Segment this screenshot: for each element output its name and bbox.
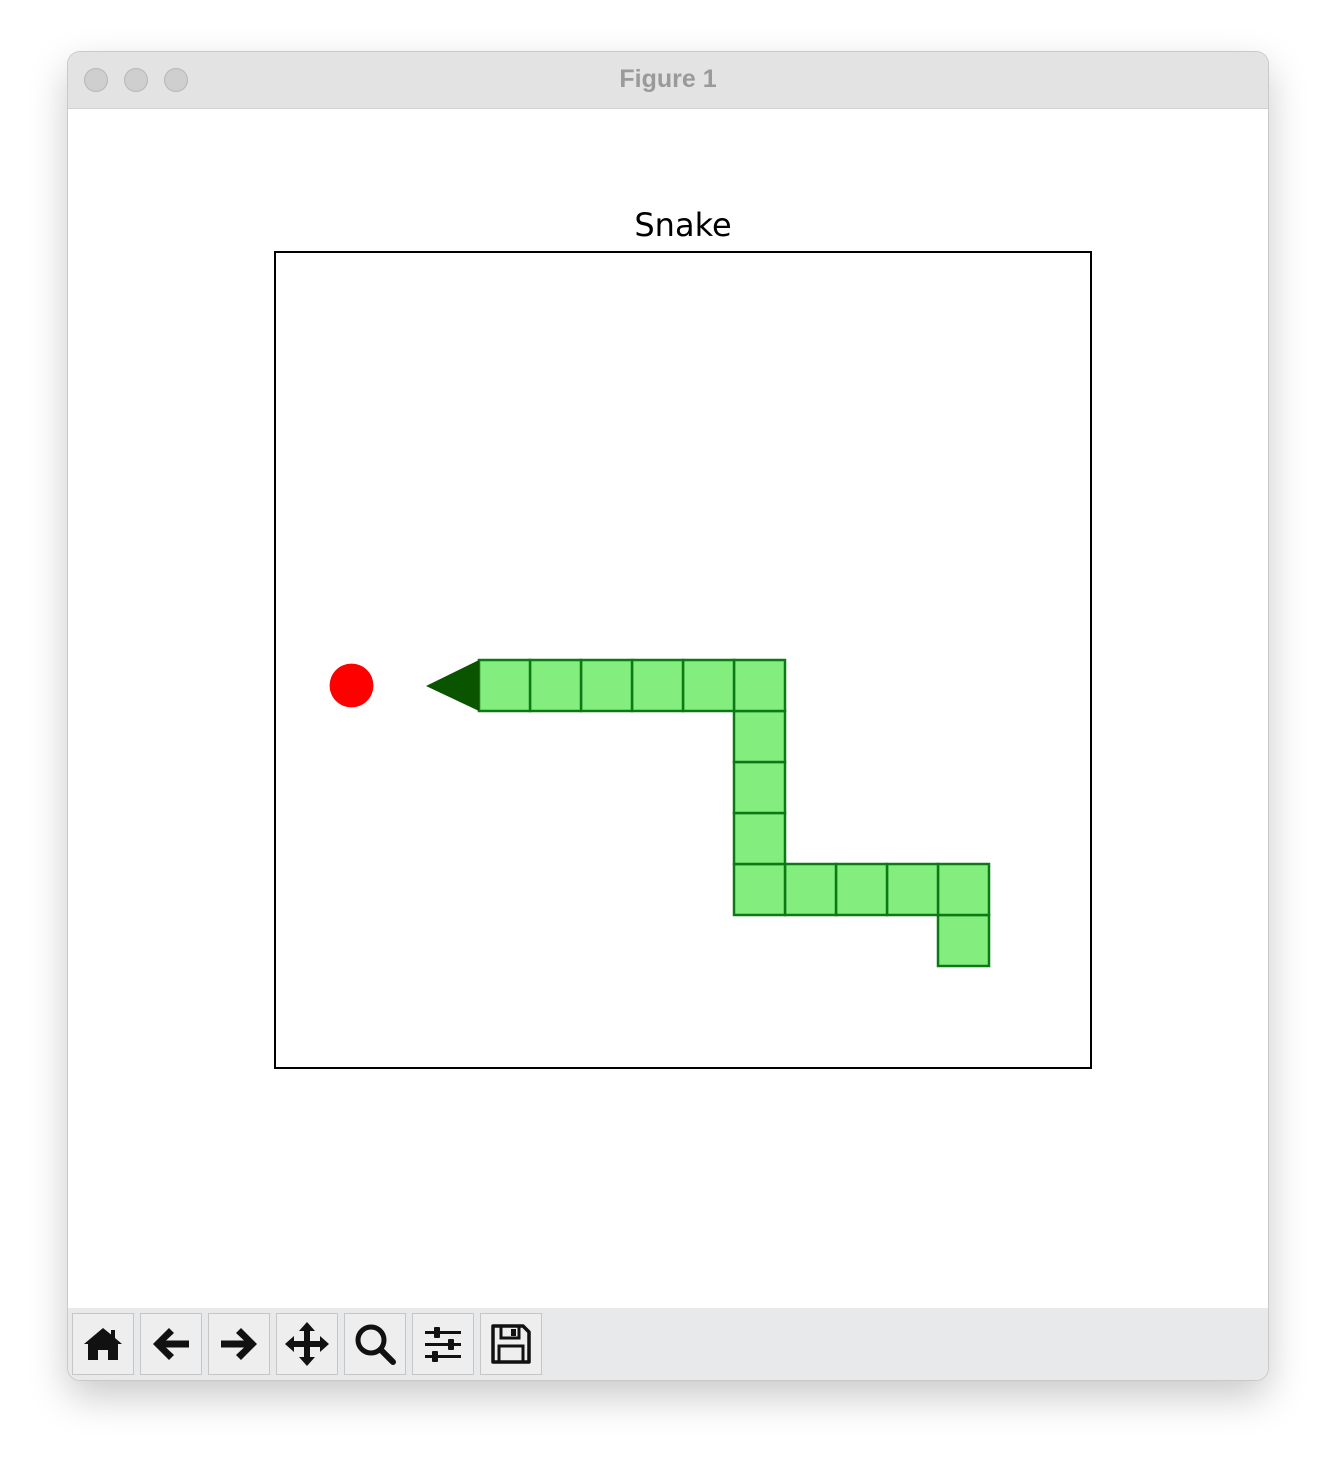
home-button[interactable] (72, 1313, 134, 1375)
sliders-icon (425, 1327, 461, 1362)
search-icon (355, 1324, 396, 1365)
snake-segment (630, 658, 685, 713)
food-layer (329, 663, 374, 708)
configure-subplots-button[interactable] (412, 1313, 474, 1375)
snake-segment (477, 658, 532, 713)
home-icon (84, 1328, 122, 1360)
plot-title: Snake (634, 206, 731, 244)
figure-canvas[interactable]: Snake (68, 109, 1268, 1308)
snake-segment (732, 862, 787, 917)
figure-window: Figure 1 Snake (68, 52, 1268, 1380)
arrow-right-icon (221, 1328, 257, 1360)
pan-button[interactable] (276, 1313, 338, 1375)
snake-segment (936, 862, 991, 917)
snake-segment (681, 658, 736, 713)
arrow-left-icon (153, 1328, 189, 1360)
save-button[interactable] (480, 1313, 542, 1375)
back-button[interactable] (140, 1313, 202, 1375)
snake-segment (783, 862, 838, 917)
snake-segment (528, 658, 583, 713)
snake-segment (732, 658, 787, 713)
snake-segment (885, 862, 940, 917)
title-bar[interactable]: Figure 1 (68, 52, 1268, 109)
plot-svg: Snake (274, 206, 1092, 1069)
snake-segment (732, 760, 787, 815)
snake-segment (579, 658, 634, 713)
forward-button[interactable] (208, 1313, 270, 1375)
move-icon (285, 1322, 329, 1366)
zoom-button[interactable] (344, 1313, 406, 1375)
snake-segment (732, 709, 787, 764)
navigation-toolbar (68, 1308, 1268, 1380)
snake-segment (936, 913, 991, 968)
floppy-icon (491, 1324, 531, 1364)
snake-segment (834, 862, 889, 917)
snake-segment (732, 811, 787, 866)
food-apple (329, 663, 374, 708)
window-title: Figure 1 (619, 65, 717, 93)
